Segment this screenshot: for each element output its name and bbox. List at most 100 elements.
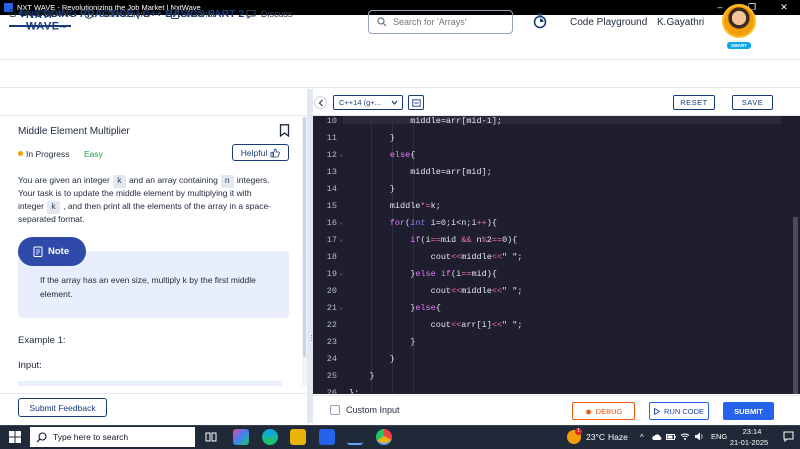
code-text[interactable]: } [349, 133, 395, 143]
status-dot [18, 151, 23, 156]
run-code-button[interactable]: RUN CODE [649, 402, 709, 420]
code-text[interactable]: middle*=k; [349, 201, 441, 211]
chrome-browser-icon[interactable] [376, 429, 392, 445]
code-line[interactable]: 17 ⌄ if(i==mid && n%2==0){ [313, 231, 783, 248]
bookmark-icon[interactable] [279, 124, 290, 137]
code-line[interactable]: 23 } [313, 333, 783, 350]
code-line[interactable]: 13 middle=arr[mid]; [313, 163, 783, 180]
code-text[interactable]: if(i==mid && n%2==0){ [349, 235, 517, 245]
tab-description[interactable]: Description [9, 0, 71, 27]
debug-label: DEBUG [595, 406, 623, 416]
code-line[interactable]: 18 cout<<middle<<" "; [313, 248, 783, 265]
custom-input-checkbox[interactable] [330, 405, 340, 415]
fold-chevron-icon[interactable]: ⌄ [339, 150, 349, 159]
code-text[interactable]: } [349, 371, 374, 381]
code-line[interactable]: 11 } [313, 129, 783, 146]
battery-icon[interactable] [666, 433, 676, 441]
taskbar-search[interactable]: Type here to search [30, 427, 195, 447]
input-language[interactable]: ENG [711, 432, 727, 441]
example-heading: Example 1: [18, 335, 66, 346]
debug-button[interactable]: DEBUG [572, 402, 635, 420]
code-text[interactable]: cout<<middle<<" "; [349, 286, 523, 296]
custom-input-label[interactable]: Custom Input [346, 405, 400, 415]
line-number: 14 [326, 183, 337, 194]
line-number: 13 [326, 166, 337, 177]
code-line[interactable]: 25 } [313, 367, 783, 384]
tray-chevron-up-icon[interactable]: ^ [640, 433, 644, 442]
play-icon [654, 407, 660, 415]
temperature[interactable]: 23°C [586, 432, 605, 442]
speaker-icon[interactable] [694, 432, 704, 441]
code-line[interactable]: 20 cout<<middle<<" "; [313, 282, 783, 299]
code-line[interactable]: 10 middle=arr[mid-1]; [313, 116, 783, 129]
tab-discuss[interactable]: Discuss [246, 0, 293, 27]
code-text[interactable]: }else if(i==mid){ [349, 269, 497, 279]
code-line[interactable]: 19 ⌄ }else if(i==mid){ [313, 265, 783, 282]
example-input-box [18, 381, 282, 386]
tab-tutorial[interactable]: Tutorial [170, 0, 215, 27]
windows-start-icon[interactable] [9, 431, 21, 443]
notification-icon[interactable] [783, 431, 794, 442]
username[interactable]: K.Gayathri [657, 17, 704, 28]
clock-time[interactable]: 23:14 [735, 427, 769, 436]
fold-chevron-icon[interactable]: ⌄ [339, 269, 349, 278]
code-line[interactable]: 14 } [313, 180, 783, 197]
fold-chevron-icon[interactable]: ⌄ [339, 235, 349, 244]
code-text[interactable]: cout<<middle<<" "; [349, 252, 523, 262]
code-text[interactable]: } [349, 354, 395, 364]
close-button[interactable]: ✕ [768, 0, 800, 15]
code-line[interactable]: 21 ⌄ }else{ [313, 299, 783, 316]
cloud-icon[interactable] [652, 433, 662, 441]
task-view-icon[interactable] [203, 429, 219, 445]
edge-browser-icon[interactable] [262, 429, 278, 445]
code-line[interactable]: 22 cout<<arr[i]<<" "; [313, 316, 783, 333]
code-text[interactable]: cout<<arr[i]<<" "; [349, 320, 523, 330]
submit-feedback-button[interactable]: Submit Feedback [18, 398, 107, 417]
copilot-icon[interactable] [233, 429, 249, 445]
timer-icon[interactable] [533, 13, 547, 29]
file-explorer-icon[interactable] [290, 429, 306, 445]
reset-button[interactable]: RESET [673, 95, 715, 110]
code-line[interactable]: 26}; [313, 384, 783, 395]
code-text[interactable]: } [349, 184, 395, 194]
wifi-icon[interactable] [680, 432, 690, 441]
helpful-button[interactable]: Helpful [232, 144, 289, 161]
editor-scrollbar[interactable] [791, 116, 800, 394]
code-text[interactable]: }; [349, 388, 359, 395]
code-text[interactable]: } [349, 337, 415, 347]
code-line[interactable]: 24 } [313, 350, 783, 367]
code-line[interactable]: 12 ⌄ else{ [313, 146, 783, 163]
collapse-panel-button[interactable] [314, 96, 327, 109]
problem-description-line2: Your task is to update the middle elemen… [18, 188, 252, 198]
code-text[interactable]: else{ [349, 150, 416, 160]
run-code-label: RUN CODE [663, 406, 704, 416]
fullscreen-button[interactable] [408, 95, 424, 110]
fold-chevron-icon[interactable]: ⌄ [339, 218, 349, 227]
avatar[interactable] [722, 4, 756, 38]
code-text[interactable]: }else{ [349, 303, 441, 313]
avatar-badge: SMART [727, 42, 751, 49]
code-text[interactable]: middle=arr[mid-1]; [349, 116, 502, 126]
language-select[interactable]: C++14 (g+... [333, 95, 403, 110]
nxtwave-app-icon[interactable] [347, 429, 363, 445]
mail-icon[interactable] [319, 429, 335, 445]
line-number: 18 [326, 251, 337, 262]
save-button[interactable]: SAVE [732, 95, 773, 110]
search-box[interactable] [368, 10, 513, 34]
code-line[interactable]: 16 ⌄ for(int i=0;i<n;i++){ [313, 214, 783, 231]
code-text[interactable]: for(int i=0;i<n;i++){ [349, 218, 497, 228]
submit-button[interactable]: SUBMIT [723, 402, 774, 420]
line-number: 20 [326, 285, 337, 296]
weather-condition[interactable]: Haze [608, 432, 628, 442]
code-editor[interactable]: 10 middle=arr[mid-1]; 11 } 12 ⌄ else{13 mid… [313, 116, 791, 394]
clock-date[interactable]: 21-01-2025 [729, 438, 769, 447]
fold-chevron-icon[interactable]: ⌄ [339, 303, 349, 312]
code-playground-link[interactable]: Code Playground [570, 17, 647, 28]
note-icon [33, 246, 43, 257]
code-text[interactable]: middle=arr[mid]; [349, 167, 492, 177]
tab-submissions[interactable]: Submissions [84, 0, 150, 27]
search-input[interactable] [393, 17, 503, 27]
thumbs-up-icon [270, 148, 280, 157]
code-line[interactable]: 15 middle*=k; [313, 197, 783, 214]
line-number: 17 [326, 234, 337, 245]
